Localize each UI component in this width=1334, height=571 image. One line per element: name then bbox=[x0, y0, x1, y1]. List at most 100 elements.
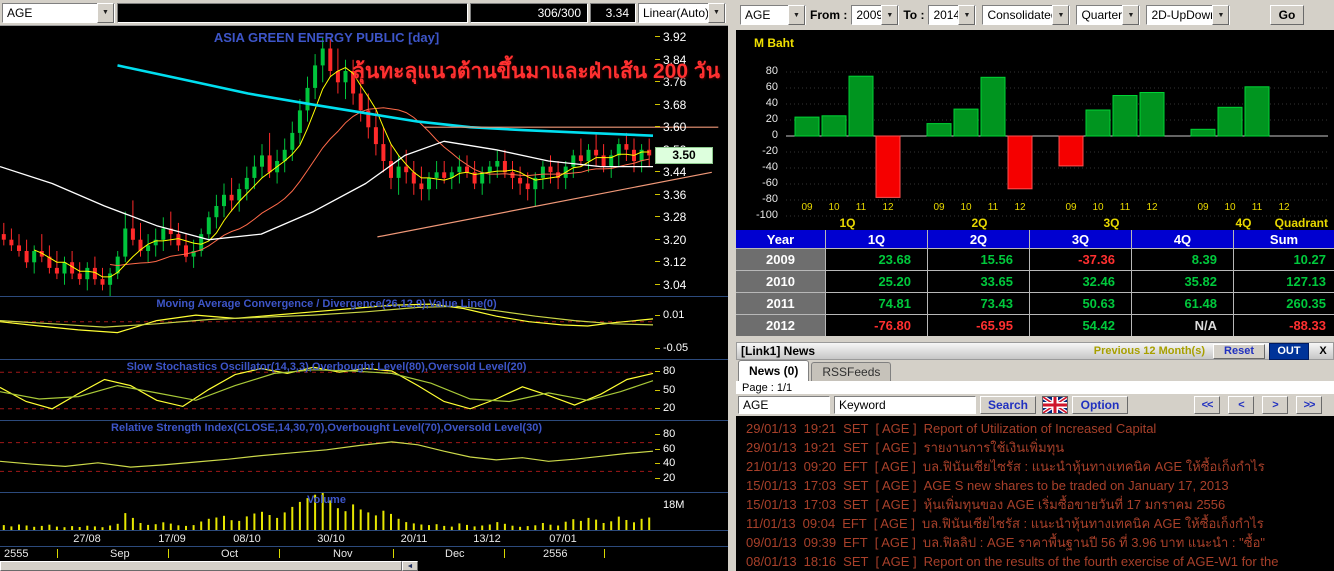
consolidated-value: Consolidated bbox=[987, 8, 1053, 22]
consolidated-combo[interactable]: Consolidated ▼ bbox=[982, 5, 1071, 25]
chevron-down-icon[interactable]: ▼ bbox=[958, 5, 976, 25]
price-axis-label: 3.68 bbox=[663, 98, 687, 112]
date-label: 30/10 bbox=[317, 533, 345, 545]
news-title: Report on the results of the fourth exer… bbox=[923, 554, 1279, 569]
news-time: 18:16 bbox=[803, 554, 837, 569]
news-keyword-input[interactable] bbox=[834, 396, 976, 414]
period-combo[interactable]: Quarter ▼ bbox=[1076, 5, 1141, 25]
chevron-down-icon[interactable]: ▼ bbox=[1052, 5, 1070, 25]
date-label: 13/12 bbox=[473, 533, 501, 545]
news-item[interactable]: 15/01/13 17:03 SET [ AGE ] AGE S new shares … bbox=[736, 476, 1334, 495]
first-page-button[interactable]: << bbox=[1194, 396, 1220, 414]
axis-label: 50 bbox=[663, 384, 676, 396]
price-axis-tick bbox=[655, 171, 660, 172]
y-axis-label: 80 bbox=[765, 65, 778, 77]
price-axis-label: 3.12 bbox=[663, 255, 687, 269]
y-axis-label: -100 bbox=[755, 209, 778, 221]
table-cell: 33.65 bbox=[928, 271, 1029, 292]
table-cell: 35.82 bbox=[1132, 271, 1233, 292]
bar-year-label: 11 bbox=[1119, 202, 1131, 213]
news-title: บล.ฟิลลิป : AGE ราคาพื้นฐานปี 56 ที่ 3.9… bbox=[922, 535, 1266, 550]
chevron-down-icon[interactable]: ▼ bbox=[97, 2, 114, 23]
go-button[interactable]: Go bbox=[1270, 5, 1304, 25]
next-page-button[interactable]: > bbox=[1262, 396, 1288, 414]
scrollbar-thumb[interactable] bbox=[0, 561, 402, 571]
chevron-down-icon[interactable]: ▼ bbox=[788, 5, 805, 25]
tab-rssfeeds[interactable]: RSSFeeds bbox=[811, 362, 892, 381]
month-separator bbox=[57, 549, 58, 558]
horizontal-scrollbar[interactable]: ◄ bbox=[0, 561, 728, 571]
table-year-cell: 2012 bbox=[736, 315, 825, 336]
from-year-combo[interactable]: 2009 ▼ bbox=[851, 5, 900, 25]
news-src: EFT bbox=[843, 459, 868, 474]
table-cell: 15.56 bbox=[928, 249, 1029, 270]
news-date: 15/01/13 bbox=[746, 497, 797, 512]
to-year-combo[interactable]: 2014 ▼ bbox=[928, 5, 977, 25]
news-item[interactable]: 15/01/13 17:03 SET [ AGE ] หุ้นเพิ่มทุนของ A… bbox=[736, 495, 1334, 514]
date-label: 20/11 bbox=[400, 533, 428, 545]
month-label: Sep bbox=[110, 548, 130, 560]
symbol-combo-right[interactable]: AGE ▼ bbox=[740, 5, 806, 25]
last-price-box: 3.50 bbox=[655, 147, 713, 164]
news-item[interactable]: 11/01/13 09:04 EFT [ AGE ] บล.ฟินันเซียไซรัส… bbox=[736, 514, 1334, 533]
close-icon[interactable]: X bbox=[1315, 344, 1331, 359]
from-year-value: 2009 bbox=[856, 8, 882, 22]
last-page-button[interactable]: >> bbox=[1296, 396, 1322, 414]
view-mode-value: 2D-UpDown bbox=[1151, 8, 1213, 22]
news-item[interactable]: 08/01/13 18:16 SET [ AGE ] Report on the res… bbox=[736, 552, 1334, 571]
news-title: บล.ฟินันเซียไซรัส : แนะนำหุ้นทางเทคนิค A… bbox=[921, 516, 1264, 531]
scale-combo[interactable]: Linear(Auto) ▼ bbox=[638, 2, 726, 23]
table-cell: 25.20 bbox=[826, 271, 927, 292]
reset-button[interactable]: Reset bbox=[1213, 343, 1265, 359]
price-axis-label: 3.28 bbox=[663, 210, 687, 224]
date-label: 17/09 bbox=[158, 533, 186, 545]
news-item[interactable]: 29/01/13 19:21 SET [ AGE ] รายงานการใช้เงินเ… bbox=[736, 438, 1334, 457]
view-mode-combo[interactable]: 2D-UpDown ▼ bbox=[1146, 5, 1231, 25]
news-item[interactable]: 21/01/13 09:20 EFT [ AGE ] บล.ฟินันเซียไซรัส… bbox=[736, 457, 1334, 476]
chevron-down-icon[interactable]: ▼ bbox=[708, 2, 725, 23]
news-src: SET bbox=[843, 421, 869, 436]
symbol-value: AGE bbox=[745, 8, 771, 22]
prev-page-button[interactable]: < bbox=[1228, 396, 1254, 414]
news-item[interactable]: 29/01/13 19:21 SET [ AGE ] Report of Utiliza… bbox=[736, 419, 1334, 438]
month-label: Dec bbox=[445, 548, 465, 560]
y-axis-label: -20 bbox=[762, 145, 778, 157]
axis-tick bbox=[655, 463, 660, 464]
chevron-down-icon[interactable]: ▼ bbox=[1212, 5, 1230, 25]
price-axis-tick bbox=[655, 36, 660, 37]
scrollbar-left-arrow-icon[interactable]: ◄ bbox=[402, 561, 418, 571]
info-display-field bbox=[117, 2, 468, 23]
table-header-cell: 2Q bbox=[928, 230, 1029, 248]
search-button[interactable]: Search bbox=[980, 396, 1036, 414]
news-time: 19:21 bbox=[803, 440, 837, 455]
quarter-label: 3Q bbox=[1103, 216, 1120, 230]
fundamental-panel: AGE ▼ From : 2009 ▼ To : 2014 ▼ Consolid… bbox=[736, 0, 1334, 571]
news-symbol-input[interactable] bbox=[738, 396, 830, 414]
table-year-cell: 2011 bbox=[736, 293, 825, 314]
news-title: Report of Utilization of Increased Capit… bbox=[923, 421, 1157, 436]
axis-tick bbox=[655, 449, 660, 450]
quarter-label: 1Q bbox=[839, 216, 856, 230]
news-title: รายงานการใช้เงินเพิ่มทุน bbox=[923, 440, 1065, 455]
news-src: SET bbox=[843, 478, 869, 493]
table-header-cell: Year bbox=[736, 230, 825, 248]
news-date: 21/01/13 bbox=[746, 459, 797, 474]
out-button[interactable]: OUT bbox=[1269, 342, 1309, 360]
y-axis-label: 0 bbox=[771, 129, 778, 141]
axis-label: 80 bbox=[663, 365, 676, 377]
value-field: 3.34 bbox=[590, 2, 636, 23]
price-axis-tick bbox=[655, 194, 660, 195]
axis-tick bbox=[655, 315, 660, 316]
symbol-combo[interactable]: AGE ▼ bbox=[2, 2, 115, 23]
news-item[interactable]: 09/01/13 09:39 EFT [ AGE ] บล.ฟิลลิป : AGE ร… bbox=[736, 533, 1334, 552]
axis-label: 20 bbox=[663, 402, 676, 414]
chevron-down-icon[interactable]: ▼ bbox=[881, 5, 899, 25]
uk-flag-icon[interactable] bbox=[1042, 396, 1068, 414]
option-button[interactable]: Option bbox=[1072, 396, 1128, 414]
price-axis-tick bbox=[655, 261, 660, 262]
table-year-cell: 2010 bbox=[736, 271, 825, 292]
to-label: To : bbox=[903, 8, 925, 22]
news-src: EFT bbox=[843, 535, 868, 550]
chevron-down-icon[interactable]: ▼ bbox=[1122, 5, 1140, 25]
tab-news[interactable]: News (0) bbox=[738, 360, 810, 381]
